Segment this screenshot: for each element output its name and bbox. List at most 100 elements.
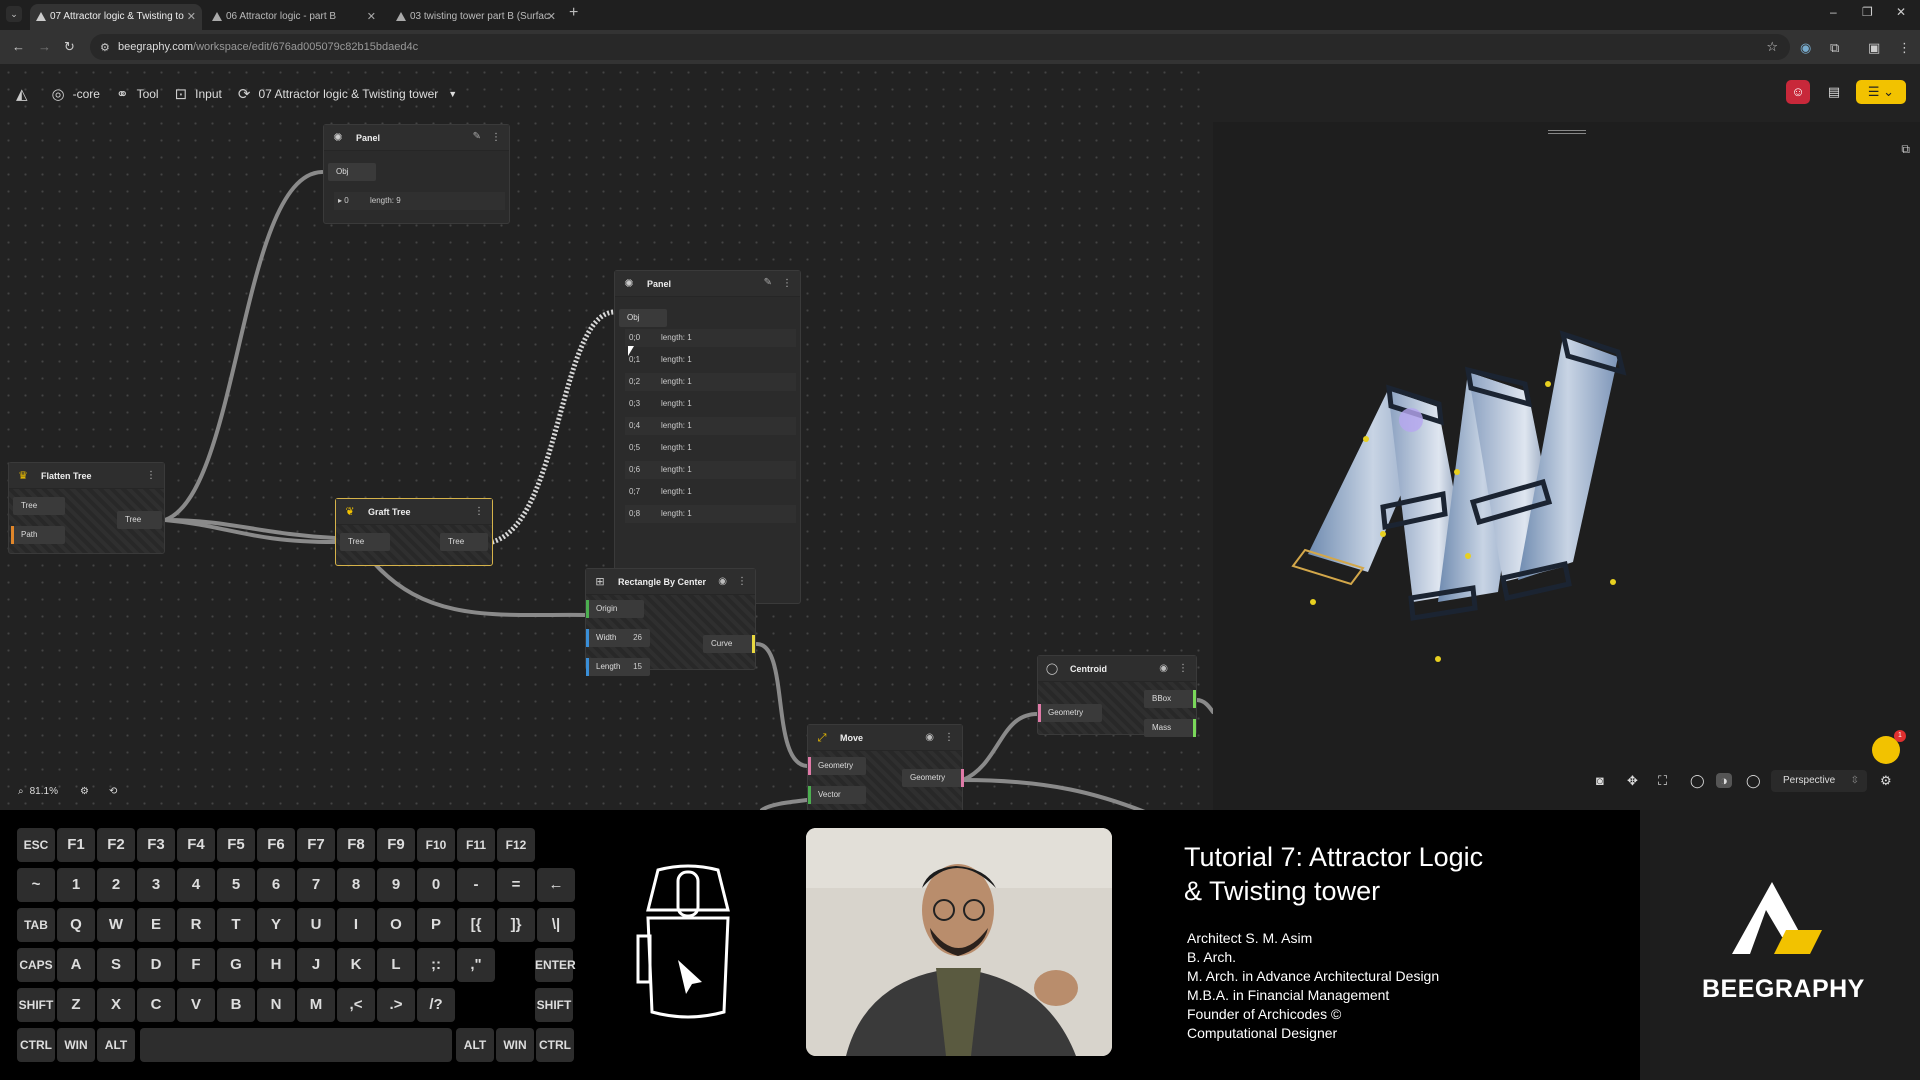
input-port-length[interactable]: Length 15 xyxy=(586,658,650,676)
port-obj[interactable]: Obj xyxy=(328,163,376,181)
output-port-tree[interactable]: Tree xyxy=(117,511,162,529)
panel-toggle-button[interactable]: ☰ ⌄ xyxy=(1856,80,1906,104)
fullscreen-icon[interactable]: ⛶ xyxy=(1658,773,1667,789)
beegraphy-logo-button[interactable]: ◭ xyxy=(16,85,36,103)
profile-icon[interactable]: ▣ xyxy=(1868,40,1880,56)
input-menu[interactable]: ⊡ Input xyxy=(175,85,222,103)
visibility-eye-icon[interactable]: ◉ xyxy=(925,732,934,743)
grammarly-extension-icon[interactable]: ◉ xyxy=(1800,40,1811,56)
browser-tab-active[interactable]: 07 Attractor logic & Twisting to ✕ xyxy=(30,4,202,30)
panel-row[interactable]: 0;7 length: 1 xyxy=(625,483,796,501)
orbit-icon[interactable]: ✥ xyxy=(1627,773,1638,789)
centroid-node[interactable]: ◯ Centroid ◉ ⋮ Geometry BBox Mass xyxy=(1037,655,1197,737)
port-obj[interactable]: Obj xyxy=(619,309,667,327)
output-port-tree[interactable]: Tree xyxy=(440,533,488,551)
input-port-geometry[interactable]: Geometry xyxy=(808,757,866,775)
wireframe-mode-icon[interactable]: ◯ xyxy=(1690,773,1705,789)
rectangle-by-center-node[interactable]: ⊞ Rectangle By Center ◉ ⋮ Origin Width 26… xyxy=(585,568,756,676)
input-port-origin[interactable]: Origin xyxy=(586,600,644,618)
viewport-drag-handle[interactable] xyxy=(1548,130,1586,134)
more-menu-icon[interactable]: ⋮ xyxy=(782,278,792,289)
key-alt: ALT xyxy=(456,1028,494,1062)
close-tab-icon[interactable]: ✕ xyxy=(367,4,376,30)
core-menu[interactable]: ◎ -core xyxy=(52,85,100,103)
fit-view-icon[interactable]: ⟲ xyxy=(109,786,117,797)
key-ctrl: CTRL xyxy=(536,1028,574,1062)
beegraphy-app: ◭ ◎ -core ⚭ Tool ⊡ Input ⟳ 07 Attractor logi… xyxy=(0,64,1920,810)
browser-tab[interactable]: 03 twisting tower part B (Surfac ✕ xyxy=(390,4,562,30)
output-port-curve[interactable]: Curve xyxy=(703,635,755,653)
url-field[interactable]: ⚙ beegraphy.com/workspace/edit/676ad0050… xyxy=(90,34,1790,60)
more-menu-icon[interactable]: ⋮ xyxy=(491,132,501,143)
input-port-geometry[interactable]: Geometry xyxy=(1038,704,1102,722)
tool-menu[interactable]: ⚭ Tool xyxy=(116,85,159,103)
input-port-vector[interactable]: Vector xyxy=(808,786,866,804)
input-port-tree[interactable]: Tree xyxy=(13,497,65,515)
back-icon[interactable]: ← xyxy=(12,39,25,54)
more-menu-icon[interactable]: ⋮ xyxy=(146,470,156,481)
new-tab-icon[interactable]: + xyxy=(569,4,578,22)
shaded-mode-icon[interactable]: ◑ xyxy=(1716,773,1732,788)
panel-row[interactable]: 0;3 length: 1 xyxy=(625,395,796,413)
edit-icon[interactable]: ✎ xyxy=(473,131,481,142)
panel-row[interactable]: 0;4 length: 1 xyxy=(625,417,796,435)
bookmark-star-icon[interactable]: ☆ xyxy=(1766,39,1778,55)
close-window-icon[interactable]: ✕ xyxy=(1896,5,1906,19)
browser-menu-icon[interactable]: ⋮ xyxy=(1898,40,1911,56)
camera-icon[interactable]: ◙ xyxy=(1596,773,1604,788)
record-user-icon[interactable]: ☺ xyxy=(1786,80,1810,104)
panel-row[interactable]: ▸ 0 length: 9 xyxy=(334,192,505,210)
more-menu-icon[interactable]: ⋮ xyxy=(474,506,484,517)
more-menu-icon[interactable]: ⋮ xyxy=(944,732,954,743)
panel-row[interactable]: 0;1 length: 1 xyxy=(625,351,796,369)
panel-node-2[interactable]: ✺ Panel ✎ ⋮ Obj 0;0 length: 1 0;1 length: 1… xyxy=(614,270,801,604)
url-host: beegraphy.com xyxy=(118,41,194,53)
input-port-width[interactable]: Width 26 xyxy=(586,629,650,647)
browser-tab[interactable]: 06 Attractor logic - part B ✕ xyxy=(206,4,382,30)
move-node[interactable]: ⤢ Move ◉ ⋮ Geometry Vector Geometry xyxy=(807,724,964,810)
panel-node-1[interactable]: ✺ Panel ✎ ⋮ Obj ▸ 0 length: 9 xyxy=(323,124,510,224)
output-port-mass[interactable]: Mass xyxy=(1144,719,1196,737)
picture-in-picture-icon[interactable]: ⧉ xyxy=(1901,142,1910,157)
canvas-settings-icon[interactable]: ⚙ xyxy=(80,786,89,797)
extensions-icon[interactable]: ⧉ xyxy=(1830,40,1839,56)
visibility-eye-icon[interactable]: ◉ xyxy=(1159,663,1168,674)
edit-icon[interactable]: ✎ xyxy=(764,277,772,288)
panel-row[interactable]: 0;5 length: 1 xyxy=(625,439,796,457)
maximize-icon[interactable]: ❐ xyxy=(1862,5,1873,19)
node-canvas[interactable]: ◭ ◎ -core ⚭ Tool ⊡ Input ⟳ 07 Attractor logi… xyxy=(0,64,1213,810)
panel-row[interactable]: 0;0 length: 1 xyxy=(625,329,796,347)
reload-icon[interactable]: ↻ xyxy=(64,39,75,55)
panel-row[interactable]: 0;2 length: 1 xyxy=(625,373,796,391)
input-port-tree[interactable]: Tree xyxy=(340,533,390,551)
minimize-icon[interactable]: – xyxy=(1830,5,1837,19)
graft-tree-node[interactable]: ❦ Graft Tree ⋮ Tree Tree xyxy=(335,498,493,566)
key-s: S xyxy=(97,948,135,982)
zoom-icon[interactable]: ⌕ xyxy=(18,786,24,797)
flatten-tree-node[interactable]: ♛ Flatten Tree ⋮ Tree Path Tree xyxy=(8,462,165,554)
camera-mode-select[interactable]: Perspective ⇳ xyxy=(1771,770,1867,792)
input-port-path[interactable]: Path xyxy=(11,526,65,544)
site-settings-icon[interactable]: ⚙ xyxy=(100,41,110,54)
more-menu-icon[interactable]: ⋮ xyxy=(737,576,747,587)
key-l: L xyxy=(377,948,415,982)
comments-icon[interactable]: ▤ xyxy=(1822,80,1846,104)
more-menu-icon[interactable]: ⋮ xyxy=(1178,663,1188,674)
output-port-bbox[interactable]: BBox xyxy=(1144,690,1196,708)
viewport-settings-icon[interactable]: ⚙ xyxy=(1880,773,1892,789)
port-label: Width xyxy=(596,633,617,642)
rectangle-icon: ⊞ xyxy=(595,576,605,588)
project-menu[interactable]: ⟳ 07 Attractor logic & Twisting tower ▼ xyxy=(238,85,457,103)
3d-viewport[interactable]: ⧉ xyxy=(1213,122,1920,810)
forward-icon[interactable]: → xyxy=(38,39,51,54)
render-mode-icon[interactable]: ◯ xyxy=(1746,773,1761,789)
row-index: ▸ 0 xyxy=(338,196,349,205)
node-header: ✺ Panel ✎ ⋮ xyxy=(324,125,509,151)
tab-search-button[interactable]: ⌄ xyxy=(6,6,22,22)
visibility-eye-icon[interactable]: ◉ xyxy=(718,576,727,587)
close-tab-icon[interactable]: ✕ xyxy=(547,4,556,30)
panel-row[interactable]: 0;6 length: 1 xyxy=(625,461,796,479)
close-tab-icon[interactable]: ✕ xyxy=(187,4,196,30)
output-port-geometry[interactable]: Geometry xyxy=(902,769,964,787)
panel-row[interactable]: 0;8 length: 1 xyxy=(625,505,796,523)
